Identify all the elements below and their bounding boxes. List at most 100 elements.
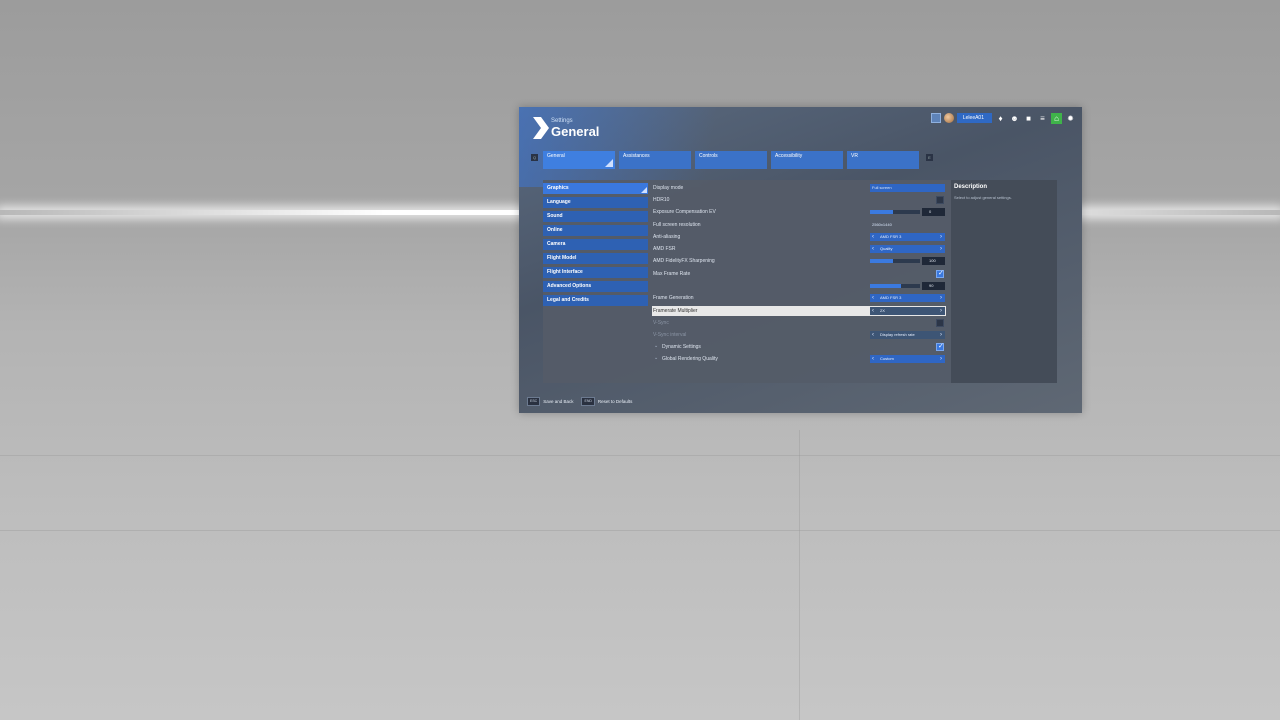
setting-hdr10[interactable]: HDR10: [652, 195, 946, 205]
setting-frame-generation[interactable]: Frame Generation ‹ AMD FSR 3 ›: [652, 293, 946, 303]
setting-dynamic-settings[interactable]: ⌄ Dynamic Settings: [652, 342, 946, 352]
setting-sharpening[interactable]: AMD FidelityFX Sharpening 100: [652, 256, 946, 266]
back-chevron-icon[interactable]: [531, 117, 551, 139]
reset-to-defaults-button[interactable]: END Reset to Defaults: [581, 396, 632, 406]
marketplace-icon[interactable]: ≡: [1037, 113, 1048, 124]
tab-label: General: [547, 153, 565, 159]
username-label[interactable]: LeleeA01: [956, 113, 992, 123]
slider-value-box: 100: [922, 257, 945, 265]
frame-rate-slider[interactable]: 90: [870, 282, 945, 290]
frame-generation-select[interactable]: ‹ AMD FSR 3 ›: [870, 294, 945, 302]
chevron-right-icon[interactable]: ›: [940, 331, 942, 339]
save-and-back-button[interactable]: ESC Save and Back: [527, 396, 573, 406]
hdr10-toggle[interactable]: [870, 196, 945, 204]
setting-max-frame-rate[interactable]: Max Frame Rate: [652, 269, 946, 279]
menu-icon[interactable]: [930, 113, 941, 123]
checkbox[interactable]: [936, 196, 944, 204]
setting-value: AMD FSR 3: [880, 295, 902, 300]
sidebar-item-label: Legal and Credits: [547, 297, 589, 303]
chevron-down-icon[interactable]: ⌄: [654, 343, 658, 349]
footer-bar: ESC Save and Back END Reset to Defaults: [527, 396, 632, 406]
chevron-left-icon[interactable]: ‹: [872, 233, 874, 241]
setting-label: Anti-aliasing: [653, 234, 681, 240]
description-panel: Description Select to adjust general set…: [951, 180, 1057, 383]
anti-aliasing-select[interactable]: ‹ AMD FSR 3 ›: [870, 233, 945, 241]
framerate-multiplier-select[interactable]: ‹ 2X ›: [870, 307, 945, 315]
sidebar-item-graphics[interactable]: Graphics: [543, 183, 648, 194]
floor-seam: [0, 530, 1280, 531]
chevron-left-icon[interactable]: ‹: [872, 294, 874, 302]
settings-panel: Settings General LeleeA01 ♦ ☻ ■ ≡ ⌂ ✹ Q …: [519, 107, 1082, 413]
setting-vsync[interactable]: V-Sync: [652, 318, 946, 328]
sidebar-item-flight-model[interactable]: Flight Model: [543, 253, 648, 264]
floor-seam: [0, 455, 1280, 456]
setting-value: Quality: [880, 246, 893, 251]
avatar[interactable]: [943, 113, 954, 123]
vsync-toggle[interactable]: [870, 319, 945, 327]
tab-vr[interactable]: VR: [847, 151, 919, 169]
chevron-right-icon[interactable]: ›: [940, 294, 942, 302]
setting-global-rendering-quality[interactable]: ⌄ Global Rendering Quality ‹ Custom ›: [652, 354, 946, 364]
chat-icon[interactable]: ■: [1023, 113, 1034, 124]
chevron-down-icon[interactable]: ⌄: [654, 355, 658, 361]
sidebar-item-flight-interface[interactable]: Flight Interface: [543, 267, 648, 278]
setting-fullscreen-resolution[interactable]: Full screen resolution 2560x1440: [652, 220, 946, 230]
tab-assistances[interactable]: Assistances: [619, 151, 691, 169]
chevron-left-icon[interactable]: ‹: [872, 307, 874, 315]
sidebar-item-legal-credits[interactable]: Legal and Credits: [543, 295, 648, 306]
dynamic-settings-toggle[interactable]: [870, 342, 945, 351]
gear-icon[interactable]: ✹: [1065, 113, 1076, 124]
chevron-left-icon[interactable]: ‹: [872, 331, 874, 339]
chevron-right-icon[interactable]: ›: [940, 233, 942, 241]
checkbox[interactable]: [936, 342, 944, 351]
rendering-quality-select[interactable]: ‹ Custom ›: [870, 355, 945, 363]
slider-track[interactable]: [870, 210, 920, 214]
setting-framerate-multiplier[interactable]: Framerate Multiplier ‹ 2X ›: [652, 306, 946, 316]
max-frame-rate-toggle[interactable]: [870, 269, 945, 278]
setting-value: 2560x1440: [872, 222, 892, 227]
checkbox[interactable]: [936, 319, 944, 327]
tab-accessibility[interactable]: Accessibility: [771, 151, 843, 169]
slider-track[interactable]: [870, 284, 920, 288]
sidebar-item-label: Sound: [547, 213, 563, 219]
setting-display-mode[interactable]: Display mode Full screen: [652, 183, 946, 193]
description-title: Description: [954, 184, 988, 190]
notification-icon[interactable]: ♦: [995, 113, 1006, 124]
chevron-right-icon[interactable]: ›: [940, 307, 942, 315]
setting-label: Max Frame Rate: [653, 271, 691, 277]
setting-anti-aliasing[interactable]: Anti-aliasing ‹ AMD FSR 3 ›: [652, 232, 946, 242]
setting-label: Exposure Compensation EV: [653, 209, 716, 215]
friends-icon[interactable]: ☻: [1009, 113, 1020, 124]
vsync-interval-select[interactable]: ‹ Display refresh rate ›: [870, 331, 945, 339]
sidebar-item-advanced-options[interactable]: Advanced Options: [543, 281, 648, 292]
display-mode-select[interactable]: Full screen: [870, 184, 945, 192]
setting-vsync-interval[interactable]: V-Sync interval ‹ Display refresh rate ›: [652, 330, 946, 340]
prev-tab-key[interactable]: Q: [531, 154, 538, 161]
exposure-slider[interactable]: 0: [870, 208, 945, 216]
sidebar-item-sound[interactable]: Sound: [543, 211, 648, 222]
setting-label: V-Sync interval: [653, 332, 687, 338]
resolution-select[interactable]: 2560x1440: [870, 221, 945, 229]
next-tab-key[interactable]: E: [926, 154, 933, 161]
setting-max-frame-rate-value[interactable]: 90: [652, 281, 946, 291]
slider-value: 100: [929, 258, 936, 263]
sharpening-slider[interactable]: 100: [870, 257, 945, 265]
setting-label: HDR10: [653, 197, 670, 203]
home-icon[interactable]: ⌂: [1051, 112, 1062, 124]
chevron-left-icon[interactable]: ‹: [872, 355, 874, 363]
tab-controls[interactable]: Controls: [695, 151, 767, 169]
checkbox[interactable]: [936, 269, 944, 278]
chevron-right-icon[interactable]: ›: [940, 245, 942, 253]
sidebar-item-camera[interactable]: Camera: [543, 239, 648, 250]
description-text: Select to adjust general settings.: [954, 195, 1012, 200]
setting-exposure-compensation[interactable]: Exposure Compensation EV 0: [652, 207, 946, 217]
sidebar-item-language[interactable]: Language: [543, 197, 648, 208]
tab-general[interactable]: General: [543, 151, 615, 169]
sidebar-item-label: Language: [547, 199, 571, 205]
sidebar-item-online[interactable]: Online: [543, 225, 648, 236]
chevron-left-icon[interactable]: ‹: [872, 245, 874, 253]
chevron-right-icon[interactable]: ›: [940, 355, 942, 363]
amd-fsr-select[interactable]: ‹ Quality ›: [870, 245, 945, 253]
setting-amd-fsr[interactable]: AMD FSR ‹ Quality ›: [652, 244, 946, 254]
slider-track[interactable]: [870, 259, 920, 263]
